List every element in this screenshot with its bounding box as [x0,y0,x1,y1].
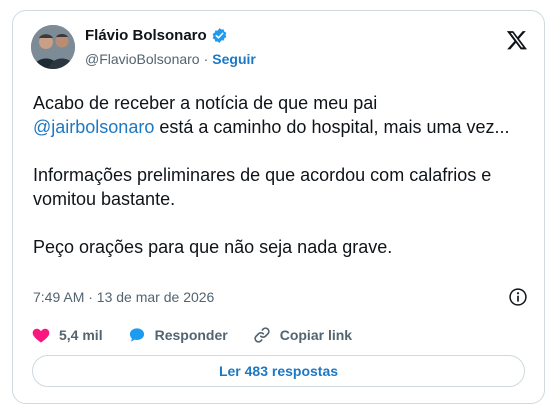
tweet-paragraph-3: Peço orações para que não seja nada grav… [33,237,393,257]
tweet-text-line1-cont: está a caminho do hospital, mais uma vez… [154,117,510,137]
info-icon[interactable] [508,287,528,307]
author-name-row: Flávio Bolsonaro [85,27,228,44]
like-count: 5,4 mil [59,327,103,343]
reply-bubble-icon [129,328,144,342]
tweet-paragraph-2: Informações preliminares de que acordou … [33,165,492,209]
like-button[interactable]: 5,4 mil [31,325,103,345]
tweet-paragraph-1: Acabo de receber a notícia de que meu pa… [33,91,533,139]
tweet-card: Flávio Bolsonaro @FlavioBolsonaro · Segu… [12,10,545,404]
tweet-text: Acabo de receber a notícia de que meu pa… [33,91,533,283]
follow-button[interactable]: Seguir [212,51,256,67]
author-name[interactable]: Flávio Bolsonaro [85,27,207,44]
author-handle-row: @FlavioBolsonaro · Seguir [85,51,256,67]
author-handle[interactable]: @FlavioBolsonaro [85,51,200,67]
mention-link[interactable]: @jairbolsonaro [33,117,154,137]
tweet-actions: 5,4 mil Responder Copiar link [31,325,376,345]
separator-dot: · [203,51,209,67]
read-replies-button[interactable]: Ler 483 respostas [32,355,525,387]
avatar-image [31,25,75,69]
x-logo-icon[interactable] [506,29,528,51]
avatar[interactable] [31,25,75,69]
link-icon [254,327,270,343]
verified-badge-icon [212,28,227,43]
tweet-text-line1: Acabo de receber a notícia de que meu pa… [33,93,378,113]
tweet-timestamp[interactable]: 7:49 AM · 13 de mar de 2026 [33,289,214,305]
copy-link-label: Copiar link [279,327,353,343]
reply-label: Responder [154,327,228,343]
heart-icon [32,328,50,343]
reply-button[interactable]: Responder [127,325,228,345]
copy-link-button[interactable]: Copiar link [252,325,352,345]
